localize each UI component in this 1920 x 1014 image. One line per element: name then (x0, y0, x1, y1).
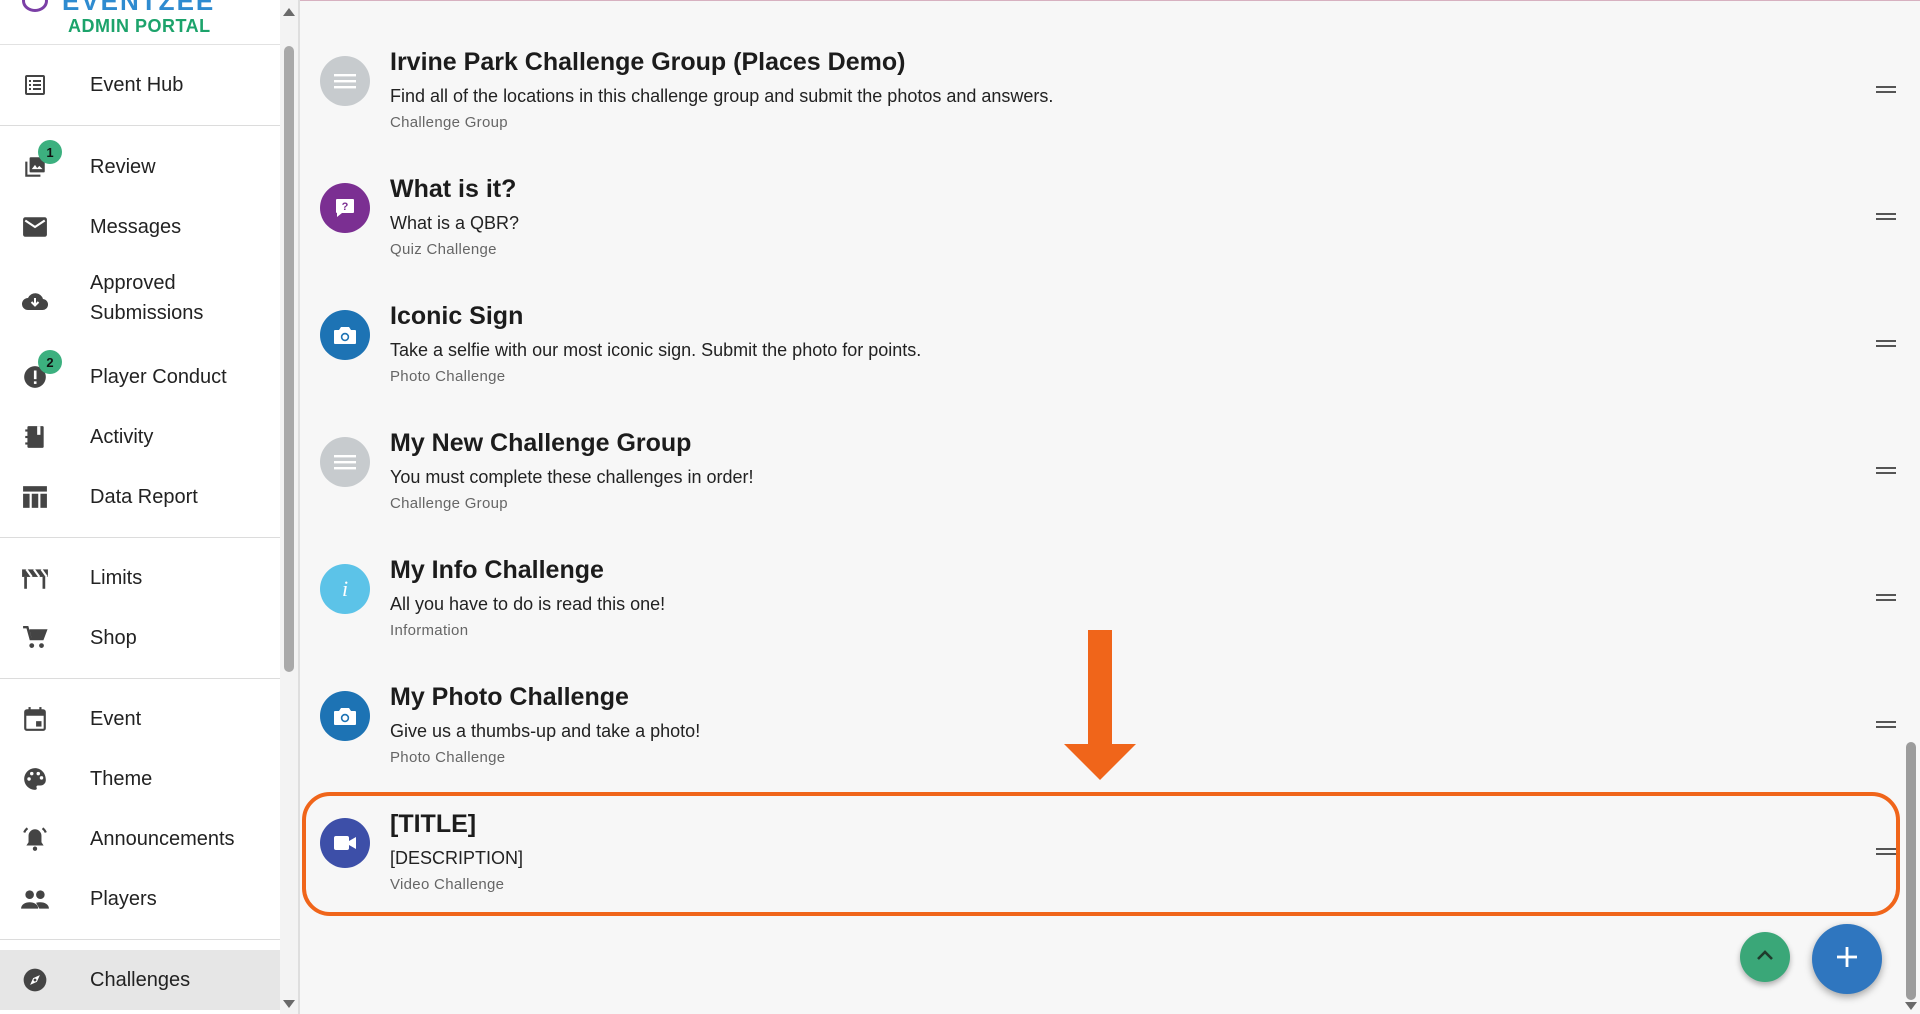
calendar-icon (20, 704, 50, 734)
svg-text:i: i (342, 577, 348, 601)
sidebar-item-data-report[interactable]: Data Report (0, 472, 280, 522)
barrier-icon (20, 563, 50, 593)
sidebar-item-shop[interactable]: Shop (0, 613, 280, 663)
review-count-badge: 1 (38, 140, 62, 164)
bell-ring-icon (20, 824, 50, 854)
annotation-highlight-box (302, 792, 1900, 916)
challenge-type: Information (390, 622, 469, 639)
scroll-to-top-button[interactable] (1740, 932, 1790, 982)
challenge-description: What is a QBR? (390, 213, 520, 233)
main-scroll-down-icon[interactable] (1905, 1002, 1917, 1010)
drag-handle-icon[interactable] (1876, 594, 1896, 602)
quiz-icon: ? (320, 183, 370, 233)
sidebar-item-players[interactable]: Players (0, 874, 280, 924)
people-icon (20, 884, 50, 914)
sidebar-item-label: Messages (90, 216, 182, 238)
sidebar-item-label: Challenges (90, 969, 191, 991)
cart-icon (20, 623, 50, 653)
plus-icon (1836, 946, 1858, 973)
top-border (300, 0, 1920, 1)
sidebar-item-label: Event Hub (90, 74, 184, 96)
sidebar-item-label: Player Conduct (90, 366, 227, 388)
sidebar-item-approved-submissions[interactable]: Approved Submissions (0, 268, 280, 332)
sidebar-item-label: Players (90, 888, 157, 910)
sidebar-item-label: Theme (90, 768, 153, 790)
challenge-title: What is it? (390, 175, 517, 203)
challenge-title: Irvine Park Challenge Group (Places Demo… (390, 48, 906, 76)
challenge-description: You must complete these challenges in or… (390, 467, 754, 487)
cloud-download-icon (20, 286, 50, 316)
portal-subtitle: ADMIN PORTAL (68, 16, 211, 36)
camera-icon (320, 691, 370, 741)
sidebar-scroll-down-icon[interactable] (283, 1000, 295, 1008)
annotation-arrow-shaft (1088, 630, 1112, 746)
challenge-group-icon (320, 56, 370, 106)
sidebar-item-label: Approved Submissions (90, 272, 204, 324)
sidebar-item-limits[interactable]: Limits (0, 553, 280, 603)
compass-icon (20, 965, 50, 995)
drag-handle-icon[interactable] (1876, 467, 1896, 475)
drag-handle-icon[interactable] (1876, 213, 1896, 221)
sidebar-item-review[interactable]: 1 Review (0, 140, 280, 192)
challenge-item[interactable]: Irvine Park Challenge Group (Places Demo… (300, 46, 1900, 173)
challenge-item[interactable]: My New Challenge Group You must complete… (300, 427, 1900, 554)
sidebar-scroll-up-icon[interactable] (283, 8, 295, 16)
sidebar-item-label: Limits (90, 567, 143, 589)
challenge-type: Photo Challenge (390, 368, 506, 385)
mail-icon (20, 212, 50, 242)
challenge-description: All you have to do is read this one! (390, 594, 666, 614)
sidebar-item-theme[interactable]: Theme (0, 754, 280, 804)
brand-logo[interactable]: EVENTZEE ADMIN PORTAL (0, 0, 280, 45)
challenge-group-icon (320, 437, 370, 487)
annotation-arrow-down-icon (1064, 744, 1136, 780)
list-icon (20, 70, 50, 100)
info-icon: i (320, 564, 370, 614)
sidebar-item-label: Shop (90, 627, 137, 649)
sidebar-item-label: Data Report (90, 486, 198, 508)
sidebar-item-activity[interactable]: Activity (0, 412, 280, 462)
sidebar-item-event-hub[interactable]: Event Hub (0, 60, 280, 110)
sidebar-item-player-conduct[interactable]: 2 Player Conduct (0, 350, 280, 402)
sidebar-item-challenges[interactable]: Challenges (0, 950, 280, 1010)
challenge-description: Give us a thumbs-up and take a photo! (390, 721, 701, 741)
challenge-description: Find all of the locations in this challe… (390, 86, 1054, 106)
drag-handle-icon[interactable] (1876, 340, 1896, 348)
challenge-type: Quiz Challenge (390, 241, 497, 258)
sidebar-item-label: Announcements (90, 828, 235, 850)
palette-icon (20, 764, 50, 794)
sidebar-item-label: Review (90, 156, 156, 178)
challenge-item[interactable]: Iconic Sign Take a selfie with our most … (300, 300, 1900, 427)
add-challenge-button[interactable] (1812, 924, 1882, 994)
sidebar: EVENTZEE ADMIN PORTAL Event Hub 1 Review… (0, 0, 298, 1014)
camera-icon (320, 310, 370, 360)
challenge-title: My Photo Challenge (390, 683, 629, 711)
sidebar-item-announcements[interactable]: Announcements (0, 814, 280, 864)
logo-mark-icon (22, 0, 48, 12)
challenge-description: Take a selfie with our most iconic sign.… (390, 340, 922, 360)
challenge-type: Challenge Group (390, 114, 508, 131)
sidebar-item-messages[interactable]: Messages (0, 202, 280, 252)
sidebar-item-event[interactable]: Event (0, 694, 280, 744)
logo-text: EVENTZEE (62, 0, 216, 16)
challenge-title: My Info Challenge (390, 556, 604, 584)
drag-handle-icon[interactable] (1876, 721, 1896, 729)
sidebar-item-label: Activity (90, 426, 154, 448)
challenge-type: Photo Challenge (390, 749, 506, 766)
svg-text:?: ? (342, 201, 349, 213)
main-scrollbar-thumb[interactable] (1906, 742, 1916, 1000)
player-conduct-count-badge: 2 (38, 350, 62, 374)
chevron-up-icon (1756, 948, 1774, 966)
sidebar-scrollbar-thumb[interactable] (284, 46, 294, 672)
challenge-title: Iconic Sign (390, 302, 524, 330)
notebook-icon (20, 422, 50, 452)
challenge-type: Challenge Group (390, 495, 508, 512)
challenge-item[interactable]: ? What is it? What is a QBR? Quiz Challe… (300, 173, 1900, 300)
table-icon (20, 482, 50, 512)
drag-handle-icon[interactable] (1876, 86, 1896, 94)
sidebar-item-label: Event (90, 708, 142, 730)
challenge-title: My New Challenge Group (390, 429, 692, 457)
